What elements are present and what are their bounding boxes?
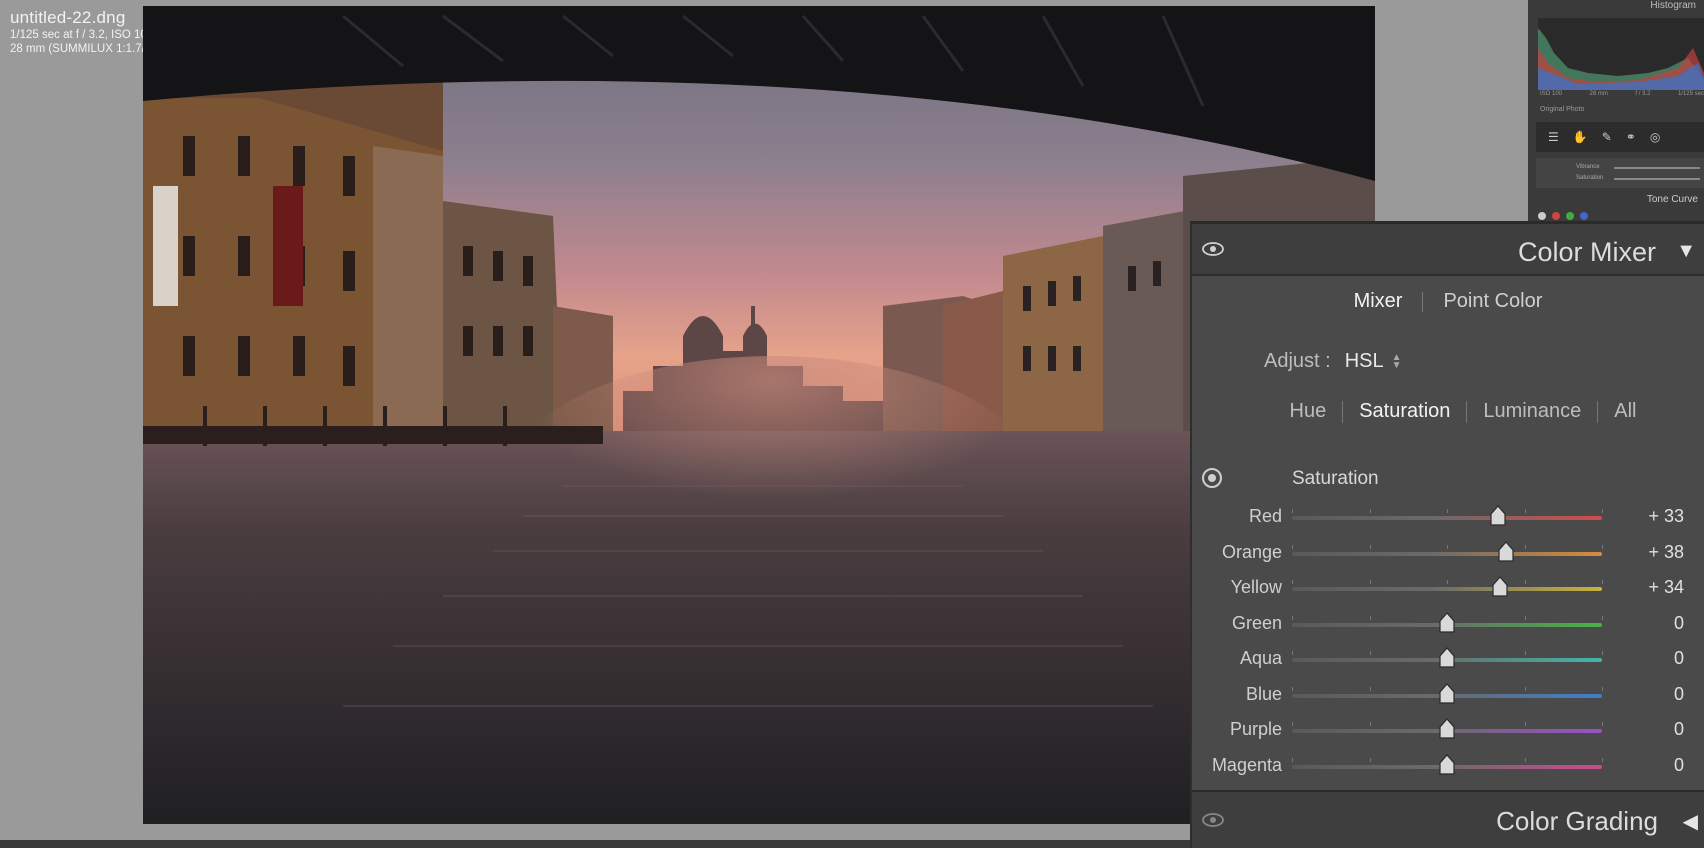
- slider-value[interactable]: + 34: [1648, 577, 1684, 598]
- slider-ticks: [1292, 544, 1603, 549]
- heal-icon[interactable]: ⚭: [1626, 130, 1636, 144]
- channel-dot-red[interactable]: [1552, 212, 1560, 220]
- slider-label: Magenta: [1211, 754, 1282, 775]
- eye-icon[interactable]: [1202, 813, 1224, 827]
- slider-row-orange: Orange + 38: [1192, 536, 1704, 572]
- eye-icon[interactable]: [1202, 242, 1224, 256]
- tab-all[interactable]: All: [1598, 400, 1652, 423]
- slider-value[interactable]: 0: [1674, 755, 1684, 776]
- channel-dot-white[interactable]: [1538, 212, 1546, 220]
- histogram-meta: ISO 100 28 mm f / 3.2 1/125 sec: [1540, 91, 1704, 97]
- slider-track[interactable]: [1292, 587, 1602, 591]
- collapse-triangle-icon[interactable]: ▼: [1676, 240, 1696, 263]
- slider-label: Yellow: [1230, 577, 1282, 597]
- adjust-selector[interactable]: Adjust : HSL ▲ ▼: [1264, 350, 1402, 373]
- slider-ticks: [1292, 580, 1603, 584]
- slider-label: Blue: [1245, 683, 1282, 704]
- slider-thumb[interactable]: [1489, 505, 1507, 527]
- color-grading-title: Color Grading: [1496, 806, 1658, 836]
- slider-label: Green: [1231, 612, 1282, 633]
- eraser-icon[interactable]: ✎: [1602, 130, 1612, 144]
- hsl-sub-tabs: Hue Saturation Luminance All: [1192, 400, 1704, 423]
- slider-label: Orange: [1221, 541, 1282, 562]
- slider-track[interactable]: [1292, 516, 1602, 520]
- right-mini-panel: Histogram ISO 100 28 mm f / 3.2 1/125 se…: [1528, 0, 1704, 230]
- tab-hue[interactable]: Hue: [1274, 400, 1343, 423]
- mini-sliders: Vibrance Saturation: [1536, 158, 1704, 188]
- slider-value[interactable]: + 38: [1648, 542, 1684, 563]
- tool-strip: ☰ ✋ ✎ ⚭ ◎: [1536, 122, 1704, 152]
- slider-ticks: [1292, 509, 1603, 513]
- histogram[interactable]: [1538, 18, 1704, 90]
- slider-value[interactable]: 0: [1674, 684, 1684, 705]
- hist-iso: ISO 100: [1540, 91, 1563, 97]
- slider-value[interactable]: 0: [1674, 613, 1684, 634]
- tab-point-color[interactable]: Point Color: [1423, 290, 1562, 313]
- mini-slider-track[interactable]: [1614, 167, 1700, 169]
- tab-mixer[interactable]: Mixer: [1334, 290, 1423, 313]
- slider-label: Red: [1248, 506, 1282, 526]
- adjust-label: Adjust :: [1264, 350, 1331, 372]
- hand-icon[interactable]: ✋: [1573, 130, 1588, 144]
- slider-label: Purple: [1229, 719, 1282, 739]
- tone-curve-channels: [1538, 212, 1588, 220]
- slider-thumb[interactable]: [1438, 718, 1456, 740]
- slider-row-green: Green 0: [1192, 607, 1704, 643]
- slider-thumb[interactable]: [1497, 540, 1515, 563]
- slider-thumb[interactable]: [1438, 682, 1456, 705]
- saturation-slider-list: Red + 33 Orange + 38 Yellow + 34 Green 0 Aqua 0 Bl…: [1192, 500, 1704, 784]
- adjust-value[interactable]: HSL: [1345, 350, 1384, 373]
- mini-slider-track[interactable]: [1614, 178, 1700, 180]
- histogram-title: Histogram: [1650, 0, 1696, 11]
- channel-dot-blue[interactable]: [1580, 212, 1588, 220]
- slider-label: Aqua: [1239, 648, 1282, 668]
- original-photo-toggle[interactable]: Original Photo: [1540, 106, 1584, 113]
- slider-row-blue: Blue 0: [1192, 678, 1704, 714]
- hist-aperture: f / 3.2: [1635, 91, 1651, 97]
- slider-row-magenta: Magenta 0: [1192, 749, 1704, 785]
- tone-curve-label[interactable]: Tone Curve: [1647, 194, 1698, 205]
- mode-tabs: Mixer Point Color: [1192, 290, 1704, 313]
- mask-icon[interactable]: ◎: [1650, 130, 1660, 144]
- color-mixer-title: Color Mixer: [1517, 237, 1656, 267]
- slider-row-yellow: Yellow + 34: [1192, 571, 1704, 607]
- slider-track[interactable]: [1292, 551, 1602, 556]
- hist-shutter: 1/125 sec: [1677, 91, 1704, 97]
- edit-sliders-icon[interactable]: ☰: [1548, 130, 1559, 144]
- tab-saturation[interactable]: Saturation: [1343, 400, 1466, 423]
- color-mixer-header[interactable]: Color Mixer ▼: [1192, 224, 1704, 276]
- slider-row-red: Red + 33: [1192, 500, 1704, 536]
- color-mixer-panel: Color Mixer ▼ Mixer Point Color Adjust :…: [1190, 221, 1704, 848]
- slider-thumb[interactable]: [1438, 753, 1456, 776]
- expand-triangle-icon[interactable]: ◀: [1683, 809, 1698, 834]
- hist-focal: 28 mm: [1589, 91, 1608, 97]
- slider-value[interactable]: 0: [1674, 719, 1684, 740]
- up-down-stepper-icon[interactable]: ▲ ▼: [1392, 352, 1402, 370]
- slider-row-aqua: Aqua 0: [1192, 642, 1704, 678]
- slider-row-purple: Purple 0: [1192, 713, 1704, 749]
- slider-thumb[interactable]: [1438, 647, 1456, 669]
- color-grading-header[interactable]: Color Grading ◀: [1192, 790, 1704, 848]
- filmstrip-bar[interactable]: [0, 840, 1190, 848]
- slider-thumb[interactable]: [1491, 576, 1509, 598]
- channel-dot-green[interactable]: [1566, 212, 1574, 220]
- slider-value[interactable]: + 33: [1648, 506, 1684, 527]
- tab-luminance[interactable]: Luminance: [1467, 400, 1597, 423]
- targeted-adjustment-icon[interactable]: [1202, 468, 1222, 488]
- slider-value[interactable]: 0: [1674, 648, 1684, 669]
- section-heading: Saturation: [1292, 468, 1379, 489]
- slider-thumb[interactable]: [1438, 611, 1456, 634]
